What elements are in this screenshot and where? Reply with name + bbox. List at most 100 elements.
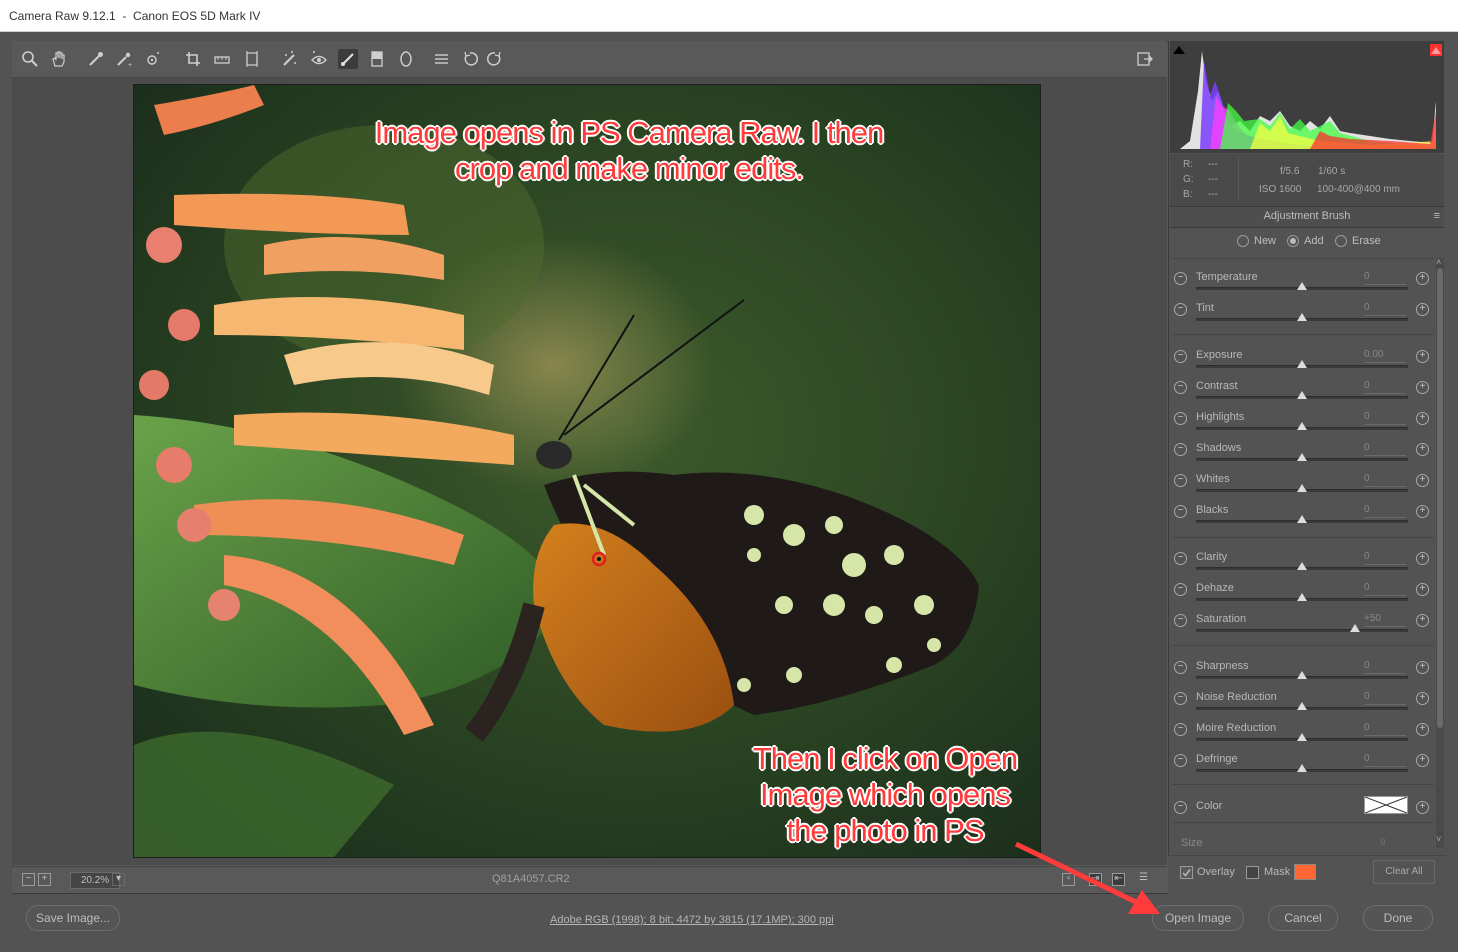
increase-icon[interactable]: + bbox=[1416, 754, 1429, 767]
slider-value-field[interactable]: 0 bbox=[1364, 380, 1406, 394]
increase-icon[interactable]: + bbox=[1416, 723, 1429, 736]
panel-scrollbar-thumb[interactable] bbox=[1437, 268, 1443, 728]
increase-icon[interactable]: + bbox=[1416, 614, 1429, 627]
slider-thumb[interactable] bbox=[1297, 702, 1307, 710]
slider-thumb[interactable] bbox=[1297, 593, 1307, 601]
increase-icon[interactable]: + bbox=[1416, 661, 1429, 674]
slider-value-field[interactable]: 0 bbox=[1364, 442, 1406, 456]
spot-removal-tool-icon[interactable] bbox=[280, 49, 300, 69]
slider-value-field[interactable]: 0 bbox=[1364, 271, 1406, 285]
scroll-down-icon[interactable]: ˅ bbox=[1436, 834, 1441, 844]
slider-thumb[interactable] bbox=[1297, 764, 1307, 772]
slider-thumb[interactable] bbox=[1297, 360, 1307, 368]
increase-icon[interactable]: + bbox=[1416, 412, 1429, 425]
increase-icon[interactable]: + bbox=[1416, 350, 1429, 363]
decrease-icon[interactable]: − bbox=[1174, 474, 1187, 487]
slider-thumb[interactable] bbox=[1297, 422, 1307, 430]
slider-value-field[interactable]: 0 bbox=[1364, 660, 1406, 674]
save-image-button[interactable]: Save Image... bbox=[26, 905, 120, 931]
increase-icon[interactable]: + bbox=[1416, 303, 1429, 316]
slider-thumb[interactable] bbox=[1297, 484, 1307, 492]
decrease-icon[interactable]: − bbox=[1174, 303, 1187, 316]
decrease-icon[interactable]: − bbox=[1174, 505, 1187, 518]
slider-value-field[interactable]: 0 bbox=[1364, 753, 1406, 767]
hand-tool-icon[interactable] bbox=[49, 49, 69, 69]
decrease-icon[interactable]: − bbox=[1174, 412, 1187, 425]
decrease-icon[interactable]: − bbox=[1174, 443, 1187, 456]
graduated-filter-tool-icon[interactable] bbox=[367, 49, 387, 69]
color-sampler-tool-icon[interactable]: + bbox=[114, 49, 134, 69]
slider-value-field[interactable]: 0 bbox=[1364, 691, 1406, 705]
open-in-photoshop-mode-icon[interactable] bbox=[1134, 49, 1154, 69]
mode-erase-radio[interactable] bbox=[1335, 235, 1347, 247]
overlay-checkbox[interactable] bbox=[1180, 866, 1193, 879]
slider-value-field[interactable]: +50 bbox=[1364, 613, 1406, 627]
color-swatch[interactable] bbox=[1364, 796, 1408, 814]
red-eye-removal-tool-icon[interactable] bbox=[309, 49, 329, 69]
slider-thumb[interactable] bbox=[1297, 671, 1307, 679]
slider-value-field[interactable]: 0 bbox=[1364, 582, 1406, 596]
decrease-icon[interactable]: − bbox=[1174, 661, 1187, 674]
zoom-in-button[interactable]: + bbox=[38, 873, 51, 886]
decrease-icon[interactable]: − bbox=[1174, 350, 1187, 363]
slider-value-field[interactable]: 0 bbox=[1364, 722, 1406, 736]
increase-icon[interactable]: + bbox=[1416, 552, 1429, 565]
done-button[interactable]: Done bbox=[1363, 905, 1433, 931]
highlight-clipping-warning-icon[interactable] bbox=[1430, 44, 1442, 56]
zoom-dropdown-chevron-icon[interactable]: ▾ bbox=[112, 873, 125, 886]
panel-menu-icon[interactable]: ≡ bbox=[1434, 207, 1440, 225]
slider-thumb[interactable] bbox=[1297, 453, 1307, 461]
radial-filter-tool-icon[interactable] bbox=[396, 49, 416, 69]
rotate-cw-icon[interactable] bbox=[485, 49, 505, 69]
increase-icon[interactable]: + bbox=[1416, 474, 1429, 487]
increase-icon[interactable]: + bbox=[1416, 272, 1429, 285]
slider-value-field[interactable]: 0 bbox=[1364, 473, 1406, 487]
decrease-icon[interactable]: − bbox=[1174, 381, 1187, 394]
slider-thumb[interactable] bbox=[1297, 515, 1307, 523]
scroll-up-icon[interactable]: ˄ bbox=[1436, 257, 1441, 267]
slider-value-field[interactable]: 0 bbox=[1364, 302, 1406, 316]
clear-all-button[interactable]: Clear All bbox=[1373, 860, 1435, 884]
mask-color-swatch[interactable] bbox=[1294, 864, 1316, 880]
slider-value-field[interactable]: 0 bbox=[1364, 411, 1406, 425]
zoom-out-button[interactable]: − bbox=[22, 873, 35, 886]
decrease-icon[interactable]: − bbox=[1174, 754, 1187, 767]
slider-thumb[interactable] bbox=[1297, 733, 1307, 741]
slider-value-field[interactable]: 0.00 bbox=[1364, 349, 1406, 363]
slider-value-field[interactable]: 0 bbox=[1364, 504, 1406, 518]
targeted-adjustment-tool-icon[interactable] bbox=[143, 49, 163, 69]
decrease-icon[interactable]: − bbox=[1174, 272, 1187, 285]
increase-icon[interactable]: + bbox=[1416, 381, 1429, 394]
rotate-ccw-icon[interactable] bbox=[460, 49, 480, 69]
slider-thumb[interactable] bbox=[1350, 624, 1360, 632]
transform-tool-icon[interactable] bbox=[242, 49, 262, 69]
color-minus-icon[interactable]: − bbox=[1174, 801, 1187, 814]
decrease-icon[interactable]: − bbox=[1174, 614, 1187, 627]
straighten-tool-icon[interactable] bbox=[212, 49, 232, 69]
adjustment-brush-tool-icon[interactable] bbox=[338, 49, 358, 69]
size-value[interactable]: 9 bbox=[1380, 837, 1386, 848]
mode-add-radio[interactable] bbox=[1287, 235, 1299, 247]
decrease-icon[interactable]: − bbox=[1174, 583, 1187, 596]
preferences-icon[interactable] bbox=[431, 49, 451, 69]
slider-thumb[interactable] bbox=[1297, 562, 1307, 570]
mask-checkbox[interactable] bbox=[1246, 866, 1259, 879]
decrease-icon[interactable]: − bbox=[1174, 723, 1187, 736]
workflow-options-link[interactable]: Adobe RGB (1998); 8 bit; 4472 by 3815 (1… bbox=[550, 914, 834, 926]
slider-thumb[interactable] bbox=[1297, 391, 1307, 399]
increase-icon[interactable]: + bbox=[1416, 583, 1429, 596]
increase-icon[interactable]: + bbox=[1416, 505, 1429, 518]
shadow-clipping-warning-icon[interactable] bbox=[1173, 44, 1185, 54]
color-plus-icon[interactable]: + bbox=[1416, 801, 1429, 814]
increase-icon[interactable]: + bbox=[1416, 443, 1429, 456]
white-balance-tool-icon[interactable] bbox=[86, 49, 106, 69]
zoom-tool-icon[interactable] bbox=[20, 49, 40, 69]
mode-new-radio[interactable] bbox=[1237, 235, 1249, 247]
slider-thumb[interactable] bbox=[1297, 282, 1307, 290]
increase-icon[interactable]: + bbox=[1416, 692, 1429, 705]
decrease-icon[interactable]: − bbox=[1174, 552, 1187, 565]
cancel-button[interactable]: Cancel bbox=[1268, 905, 1338, 931]
slider-thumb[interactable] bbox=[1297, 313, 1307, 321]
slider-value-field[interactable]: 0 bbox=[1364, 551, 1406, 565]
slider-track[interactable] bbox=[1196, 629, 1408, 632]
